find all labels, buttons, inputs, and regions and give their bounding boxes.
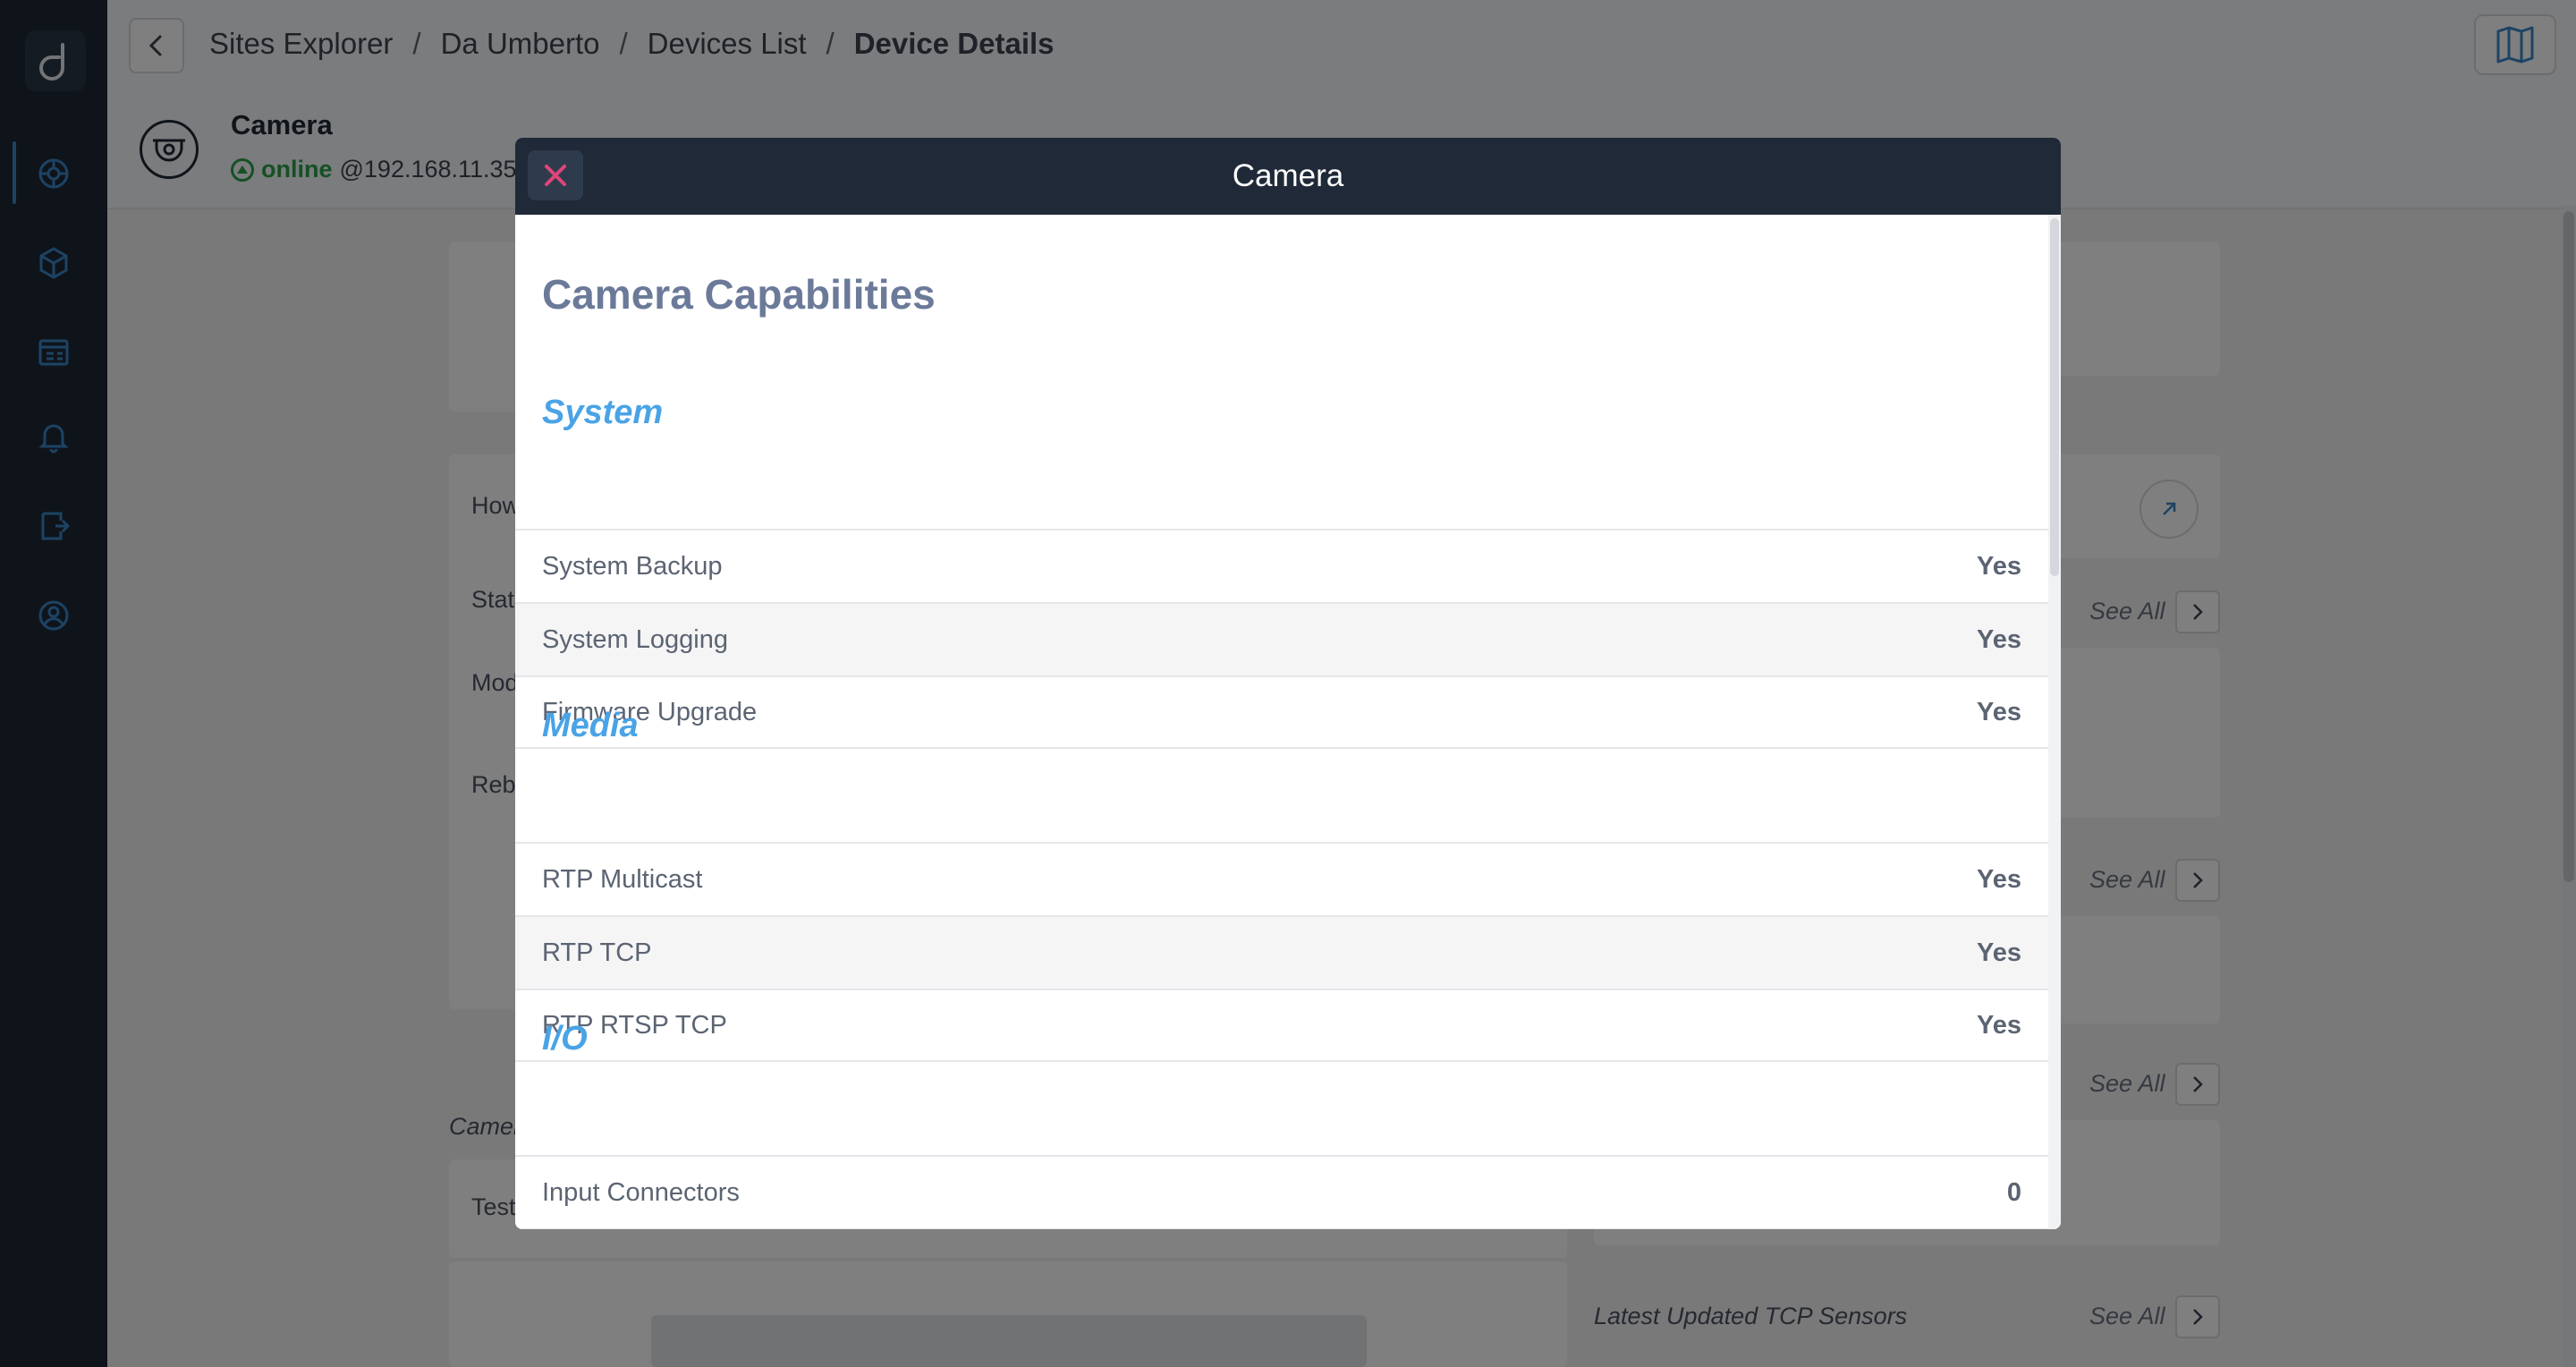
capability-row-system-backup: System Backup Yes: [515, 529, 2048, 602]
capability-name: System Backup: [542, 551, 723, 581]
capability-row-relay-outputs: Relay Outputs0: [515, 1228, 2048, 1229]
capability-row-system-logging: System Logging Yes: [515, 602, 2048, 675]
capabilities-heading: Camera Capabilities: [542, 271, 936, 318]
capability-value: Yes: [1977, 551, 2021, 581]
modal-header: Camera: [515, 138, 2061, 215]
capability-row-rtp-tcp: RTP TCP Yes: [515, 915, 2048, 989]
capability-row-rtp-multicast: RTP Multicast Yes: [515, 842, 2048, 915]
group-title-media: Media: [542, 707, 639, 744]
capability-value: Yes: [1977, 1010, 2021, 1040]
capability-row-input-connectors: Input Connectors 0: [515, 1155, 2048, 1228]
capability-value: Yes: [1977, 938, 2021, 967]
capability-row-firmware-upgrade: Firmware Upgrade Yes: [515, 675, 2048, 749]
modal-body[interactable]: Camera Capabilities System System Backup Y…: [515, 215, 2048, 1229]
capability-name: System Logging: [542, 624, 728, 654]
capability-name: RTP Multicast: [542, 864, 703, 894]
capability-name: Input Connectors: [542, 1177, 740, 1207]
modal-title: Camera: [1232, 158, 1344, 193]
capability-value: Yes: [1977, 864, 2021, 894]
capability-value: Yes: [1977, 697, 2021, 726]
group-title-system: System: [542, 394, 664, 431]
group-title-partial: Vid: [542, 1226, 591, 1229]
capability-value: 0: [2006, 1177, 2021, 1207]
capability-value: Yes: [1977, 624, 2021, 654]
close-button[interactable]: [528, 150, 583, 200]
group-title-i-o: I/O: [542, 1020, 588, 1057]
capability-row-rtp-rtsp-tcp: RTP RTSP TCP Yes: [515, 989, 2048, 1062]
camera-capabilities-modal: Camera Camera Capabilities System System …: [515, 138, 2061, 1229]
modal-scrollbar-thumb[interactable]: [2050, 218, 2059, 576]
capability-name: RTP TCP: [542, 938, 652, 967]
close-icon: [545, 165, 566, 186]
